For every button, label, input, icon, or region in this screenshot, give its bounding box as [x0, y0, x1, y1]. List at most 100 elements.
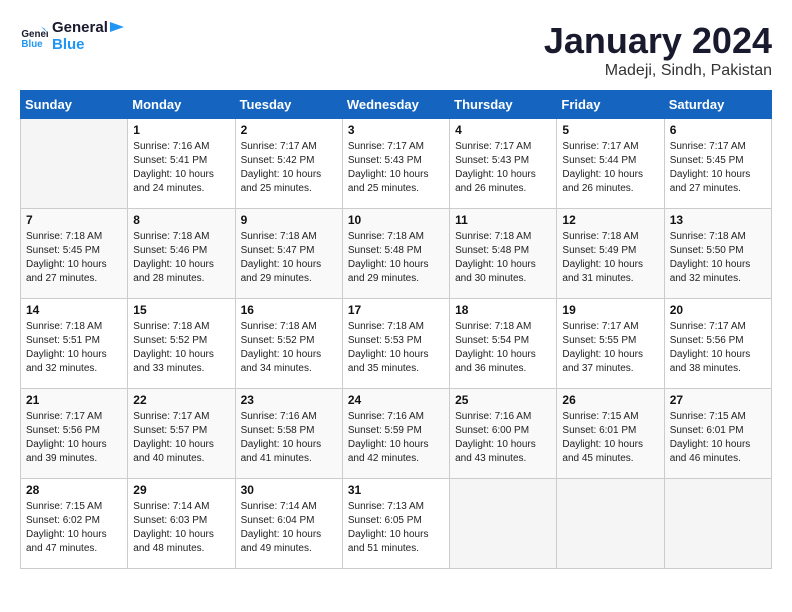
day-info: Sunrise: 7:18 AMSunset: 5:46 PMDaylight:… [133, 230, 229, 286]
day-number: 5 [562, 123, 658, 137]
day-info: Sunrise: 7:14 AMSunset: 6:04 PMDaylight:… [241, 500, 337, 556]
calendar-cell: 4 Sunrise: 7:17 AMSunset: 5:43 PMDaylight… [450, 119, 557, 209]
day-info: Sunrise: 7:17 AMSunset: 5:56 PMDaylight:… [26, 410, 122, 466]
day-info: Sunrise: 7:16 AMSunset: 6:00 PMDaylight:… [455, 410, 551, 466]
col-header-monday: Monday [128, 91, 235, 119]
day-info: Sunrise: 7:17 AMSunset: 5:42 PMDaylight:… [241, 140, 337, 196]
day-info: Sunrise: 7:15 AMSunset: 6:02 PMDaylight:… [26, 500, 122, 556]
day-number: 22 [133, 393, 229, 407]
day-info: Sunrise: 7:17 AMSunset: 5:44 PMDaylight:… [562, 140, 658, 196]
col-header-saturday: Saturday [664, 91, 771, 119]
calendar-cell: 20 Sunrise: 7:17 AMSunset: 5:56 PMDayligh… [664, 299, 771, 389]
day-number: 29 [133, 483, 229, 497]
calendar-cell: 25 Sunrise: 7:16 AMSunset: 6:00 PMDayligh… [450, 389, 557, 479]
calendar-cell: 31 Sunrise: 7:13 AMSunset: 6:05 PMDayligh… [342, 479, 449, 569]
day-number: 16 [241, 303, 337, 317]
day-info: Sunrise: 7:13 AMSunset: 6:05 PMDaylight:… [348, 500, 444, 556]
day-info: Sunrise: 7:18 AMSunset: 5:48 PMDaylight:… [455, 230, 551, 286]
col-header-wednesday: Wednesday [342, 91, 449, 119]
logo-flag-icon [110, 22, 130, 42]
day-info: Sunrise: 7:16 AMSunset: 5:58 PMDaylight:… [241, 410, 337, 466]
day-number: 18 [455, 303, 551, 317]
calendar-subtitle: Madeji, Sindh, Pakistan [544, 62, 772, 80]
day-number: 17 [348, 303, 444, 317]
col-header-thursday: Thursday [450, 91, 557, 119]
logo-line1: General [52, 20, 108, 37]
day-info: Sunrise: 7:17 AMSunset: 5:43 PMDaylight:… [455, 140, 551, 196]
calendar-cell: 8 Sunrise: 7:18 AMSunset: 5:46 PMDaylight… [128, 209, 235, 299]
calendar-title-section: January 2024 Madeji, Sindh, Pakistan [544, 20, 772, 80]
page-header: General Blue General Blue January 2024 M… [20, 20, 772, 80]
day-info: Sunrise: 7:17 AMSunset: 5:56 PMDaylight:… [670, 320, 766, 376]
day-info: Sunrise: 7:18 AMSunset: 5:47 PMDaylight:… [241, 230, 337, 286]
calendar-cell: 16 Sunrise: 7:18 AMSunset: 5:52 PMDayligh… [235, 299, 342, 389]
day-info: Sunrise: 7:16 AMSunset: 5:59 PMDaylight:… [348, 410, 444, 466]
calendar-cell: 23 Sunrise: 7:16 AMSunset: 5:58 PMDayligh… [235, 389, 342, 479]
day-info: Sunrise: 7:17 AMSunset: 5:45 PMDaylight:… [670, 140, 766, 196]
day-info: Sunrise: 7:17 AMSunset: 5:57 PMDaylight:… [133, 410, 229, 466]
calendar-week-row: 14 Sunrise: 7:18 AMSunset: 5:51 PMDayligh… [21, 299, 772, 389]
day-info: Sunrise: 7:17 AMSunset: 5:55 PMDaylight:… [562, 320, 658, 376]
calendar-cell: 14 Sunrise: 7:18 AMSunset: 5:51 PMDayligh… [21, 299, 128, 389]
day-info: Sunrise: 7:18 AMSunset: 5:48 PMDaylight:… [348, 230, 444, 286]
day-info: Sunrise: 7:16 AMSunset: 5:41 PMDaylight:… [133, 140, 229, 196]
calendar-header-row: SundayMondayTuesdayWednesdayThursdayFrid… [21, 91, 772, 119]
calendar-week-row: 28 Sunrise: 7:15 AMSunset: 6:02 PMDayligh… [21, 479, 772, 569]
day-number: 15 [133, 303, 229, 317]
calendar-table: SundayMondayTuesdayWednesdayThursdayFrid… [20, 90, 772, 569]
day-info: Sunrise: 7:14 AMSunset: 6:03 PMDaylight:… [133, 500, 229, 556]
day-number: 4 [455, 123, 551, 137]
calendar-cell: 10 Sunrise: 7:18 AMSunset: 5:48 PMDayligh… [342, 209, 449, 299]
day-number: 9 [241, 213, 337, 227]
day-info: Sunrise: 7:18 AMSunset: 5:51 PMDaylight:… [26, 320, 122, 376]
col-header-tuesday: Tuesday [235, 91, 342, 119]
day-number: 26 [562, 393, 658, 407]
calendar-cell: 28 Sunrise: 7:15 AMSunset: 6:02 PMDayligh… [21, 479, 128, 569]
day-number: 31 [348, 483, 444, 497]
day-number: 30 [241, 483, 337, 497]
calendar-cell: 3 Sunrise: 7:17 AMSunset: 5:43 PMDaylight… [342, 119, 449, 209]
calendar-week-row: 7 Sunrise: 7:18 AMSunset: 5:45 PMDaylight… [21, 209, 772, 299]
day-number: 10 [348, 213, 444, 227]
logo-line2: Blue [52, 37, 108, 54]
day-info: Sunrise: 7:18 AMSunset: 5:53 PMDaylight:… [348, 320, 444, 376]
day-number: 20 [670, 303, 766, 317]
day-number: 25 [455, 393, 551, 407]
day-number: 6 [670, 123, 766, 137]
day-info: Sunrise: 7:18 AMSunset: 5:45 PMDaylight:… [26, 230, 122, 286]
day-number: 28 [26, 483, 122, 497]
calendar-cell: 1 Sunrise: 7:16 AMSunset: 5:41 PMDaylight… [128, 119, 235, 209]
day-info: Sunrise: 7:18 AMSunset: 5:52 PMDaylight:… [241, 320, 337, 376]
day-info: Sunrise: 7:18 AMSunset: 5:54 PMDaylight:… [455, 320, 551, 376]
day-number: 24 [348, 393, 444, 407]
day-number: 3 [348, 123, 444, 137]
calendar-cell: 7 Sunrise: 7:18 AMSunset: 5:45 PMDaylight… [21, 209, 128, 299]
calendar-cell: 24 Sunrise: 7:16 AMSunset: 5:59 PMDayligh… [342, 389, 449, 479]
calendar-cell: 18 Sunrise: 7:18 AMSunset: 5:54 PMDayligh… [450, 299, 557, 389]
calendar-cell: 13Sunrise: 7:18 AMSunset: 5:50 PMDayligh… [664, 209, 771, 299]
calendar-cell: 9 Sunrise: 7:18 AMSunset: 5:47 PMDaylight… [235, 209, 342, 299]
calendar-cell: 22 Sunrise: 7:17 AMSunset: 5:57 PMDayligh… [128, 389, 235, 479]
calendar-week-row: 1 Sunrise: 7:16 AMSunset: 5:41 PMDaylight… [21, 119, 772, 209]
logo-icon: General Blue [20, 23, 48, 51]
calendar-cell: 17 Sunrise: 7:18 AMSunset: 5:53 PMDayligh… [342, 299, 449, 389]
calendar-cell: 2Sunrise: 7:17 AMSunset: 5:42 PMDaylight… [235, 119, 342, 209]
day-number: 8 [133, 213, 229, 227]
day-number: 13 [670, 213, 766, 227]
day-number: 27 [670, 393, 766, 407]
logo: General Blue General Blue [20, 20, 130, 53]
calendar-cell: 11 Sunrise: 7:18 AMSunset: 5:48 PMDayligh… [450, 209, 557, 299]
calendar-cell: 19Sunrise: 7:17 AMSunset: 5:55 PMDayligh… [557, 299, 664, 389]
calendar-cell [557, 479, 664, 569]
day-number: 14 [26, 303, 122, 317]
calendar-cell: 5 Sunrise: 7:17 AMSunset: 5:44 PMDaylight… [557, 119, 664, 209]
day-number: 23 [241, 393, 337, 407]
calendar-cell: 12Sunrise: 7:18 AMSunset: 5:49 PMDayligh… [557, 209, 664, 299]
day-info: Sunrise: 7:15 AMSunset: 6:01 PMDaylight:… [562, 410, 658, 466]
day-number: 7 [26, 213, 122, 227]
calendar-cell [450, 479, 557, 569]
day-info: Sunrise: 7:17 AMSunset: 5:43 PMDaylight:… [348, 140, 444, 196]
day-number: 11 [455, 213, 551, 227]
calendar-cell: 21Sunrise: 7:17 AMSunset: 5:56 PMDayligh… [21, 389, 128, 479]
day-number: 1 [133, 123, 229, 137]
